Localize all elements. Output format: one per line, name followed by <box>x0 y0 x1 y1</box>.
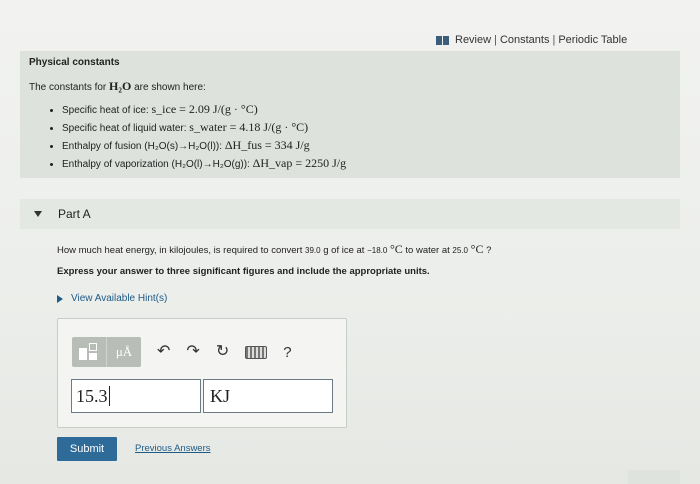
unit-text: KJ <box>210 385 231 406</box>
initial-temp: −18.0 <box>367 246 388 255</box>
redo-icon[interactable]: ↷ <box>186 337 199 367</box>
intro-chem: H₂O <box>109 79 132 93</box>
value-input[interactable]: 15.3 <box>71 379 201 413</box>
constant-label: Specific heat of ice: <box>62 105 149 116</box>
constant-formula: ΔH_fus = 334 J/g <box>224 138 310 152</box>
constant-formula: s_water = 4.18 J/(g · °C) <box>189 120 309 134</box>
constant-formula: s_ice = 2.09 J/(g · °C) <box>151 102 258 116</box>
constants-link[interactable]: Constants <box>500 34 550 46</box>
constant-formula: ΔH_vap = 2250 J/g <box>252 156 347 170</box>
temp-unit: °C <box>389 242 403 256</box>
constants-list: Specific heat of ice: s_ice = 2.09 J/(g … <box>48 101 346 173</box>
mass-value: 39.0 <box>305 246 321 255</box>
keyboard-icon[interactable] <box>245 345 268 359</box>
question-part: to water at <box>405 245 450 256</box>
instruction-text: Express your answer to three significant… <box>57 266 430 277</box>
book-icon <box>436 35 450 45</box>
text-cursor <box>108 386 110 406</box>
math-toolbar: μÅ ↶ ↷ ↻ ? <box>72 337 292 367</box>
templates-button[interactable] <box>72 337 106 367</box>
top-links: Review | Constants | Periodic Table <box>436 34 627 46</box>
page: Review | Constants | Periodic Table Phys… <box>0 0 700 484</box>
constants-title: Physical constants <box>29 57 120 68</box>
unit-input[interactable]: KJ <box>203 379 333 413</box>
undo-icon[interactable]: ↶ <box>157 337 170 367</box>
separator: | <box>494 34 497 46</box>
constant-item: Enthalpy of vaporization (H₂O(l)→H₂O(g))… <box>62 155 346 173</box>
question-mark: ? <box>486 245 492 256</box>
submit-button[interactable]: Submit <box>57 437 117 461</box>
corner-panel <box>628 470 680 484</box>
view-hints-link[interactable]: View Available Hint(s) <box>57 293 167 304</box>
separator: | <box>552 34 556 46</box>
constants-intro: The constants for H₂O are shown here: <box>29 79 206 94</box>
part-label: Part A <box>58 207 91 221</box>
help-icon[interactable]: ? <box>283 344 291 361</box>
temp-unit: °C <box>470 242 484 256</box>
constant-label: Enthalpy of vaporization (H₂O(l)→H₂O(g))… <box>62 159 250 170</box>
reset-icon[interactable]: ↻ <box>216 337 229 367</box>
constant-label: Specific heat of liquid water: <box>62 123 187 134</box>
part-a-header[interactable]: Part A <box>20 199 680 229</box>
review-link[interactable]: Review <box>455 34 491 46</box>
question-part: g of ice at <box>323 245 365 256</box>
question-part: How much heat energy, in kilojoules, is … <box>57 245 303 256</box>
final-temp: 25.0 <box>452 246 468 255</box>
constant-label: Enthalpy of fusion (H₂O(s)→H₂O(l)): <box>62 141 223 152</box>
intro-prefix: The constants for <box>29 82 107 93</box>
previous-answers-link[interactable]: Previous Answers <box>135 443 211 454</box>
intro-suffix: are shown here: <box>134 82 206 93</box>
toolbar-button-group: μÅ <box>72 337 141 367</box>
template-icon <box>79 343 99 361</box>
mu-angstrom-icon: μÅ <box>115 344 133 359</box>
answer-box: μÅ ↶ ↷ ↻ ? 15.3 KJ <box>57 318 347 428</box>
physical-constants-panel: Physical constants The constants for H₂O… <box>20 51 680 178</box>
value-text: 15.3 <box>76 385 108 406</box>
periodic-table-link[interactable]: Periodic Table <box>558 34 627 46</box>
caret-down-icon[interactable] <box>34 211 42 217</box>
constant-item: Enthalpy of fusion (H₂O(s)→H₂O(l)): ΔH_f… <box>62 137 346 155</box>
constant-item: Specific heat of liquid water: s_water =… <box>62 119 346 137</box>
constant-item: Specific heat of ice: s_ice = 2.09 J/(g … <box>62 101 346 119</box>
question-text: How much heat energy, in kilojoules, is … <box>57 242 491 257</box>
hints-label: View Available Hint(s) <box>71 293 168 304</box>
units-button[interactable]: μÅ <box>106 337 141 367</box>
triangle-right-icon <box>57 294 63 303</box>
